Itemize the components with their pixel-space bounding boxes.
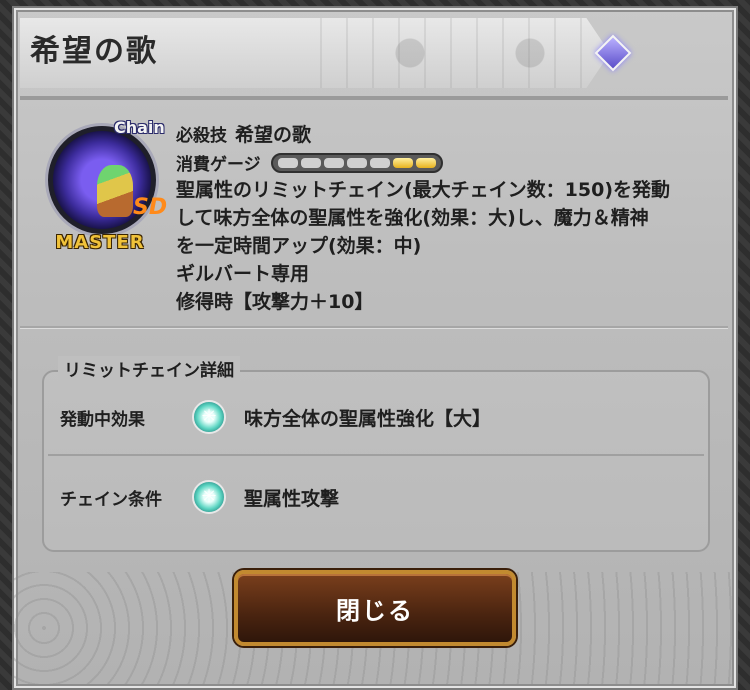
close-button-label: 閉じる: [336, 596, 414, 625]
gauge-segment: [415, 157, 436, 168]
description-line: を一定時間アップ(効果：中): [176, 235, 422, 257]
title-divider: [20, 96, 728, 100]
description-line: して味方全体の聖属性を強化(効果：大)し、魔力＆精神: [176, 207, 649, 229]
gauge-segment: [300, 157, 321, 168]
chain-badge: Chain: [114, 118, 165, 137]
limit-chain-row-condition: チェイン条件 聖属性攻撃: [60, 462, 700, 532]
gauge-segment: [323, 157, 344, 168]
row-value: 味方全体の聖属性強化【大】: [244, 407, 492, 430]
skill-icon: SD Chain MASTER: [44, 118, 167, 258]
character-figure-icon: [97, 165, 133, 217]
close-button[interactable]: 閉じる: [234, 570, 516, 646]
row-label: チェイン条件: [60, 489, 162, 510]
skill-description: 聖属性のリミットチェイン(最大チェイン数：150)を発動 して味方全体の聖属性を…: [176, 176, 716, 316]
section-divider: [20, 326, 728, 328]
gauge-row: 消費ゲージ: [176, 150, 443, 175]
master-label: MASTER: [55, 232, 145, 253]
sd-icon: SD: [133, 195, 168, 220]
title-ornament: [320, 18, 610, 88]
skill-name: 希望の歌: [235, 124, 312, 146]
dialog-title: 希望の歌: [30, 34, 158, 69]
gauge-segment: [392, 157, 413, 168]
crystal-icon: [192, 480, 226, 514]
row-value: 聖属性攻撃: [244, 487, 340, 510]
description-line: 聖属性のリミットチェイン(最大チェイン数：150)を発動: [176, 179, 671, 201]
gauge-label: 消費ゲージ: [176, 155, 261, 175]
limit-chain-title: リミットチェイン詳細: [58, 356, 240, 381]
skill-heading: 必殺技 希望の歌: [176, 120, 311, 147]
consumption-gauge: [270, 152, 443, 173]
row-divider: [48, 454, 704, 456]
limit-chain-row-effect: 発動中効果 味方全体の聖属性強化【大】: [60, 382, 700, 452]
crystal-icon: [192, 400, 226, 434]
row-label: 発動中効果: [60, 409, 145, 430]
gauge-segment: [346, 157, 367, 168]
skill-icon-ring: SD: [48, 126, 167, 234]
description-line: 修得時【攻撃力＋10】: [176, 291, 374, 313]
gauge-segment: [369, 157, 390, 168]
description-line: ギルバート専用: [176, 263, 310, 285]
skill-kind-label: 必殺技: [176, 126, 227, 146]
gauge-segment: [277, 157, 298, 168]
